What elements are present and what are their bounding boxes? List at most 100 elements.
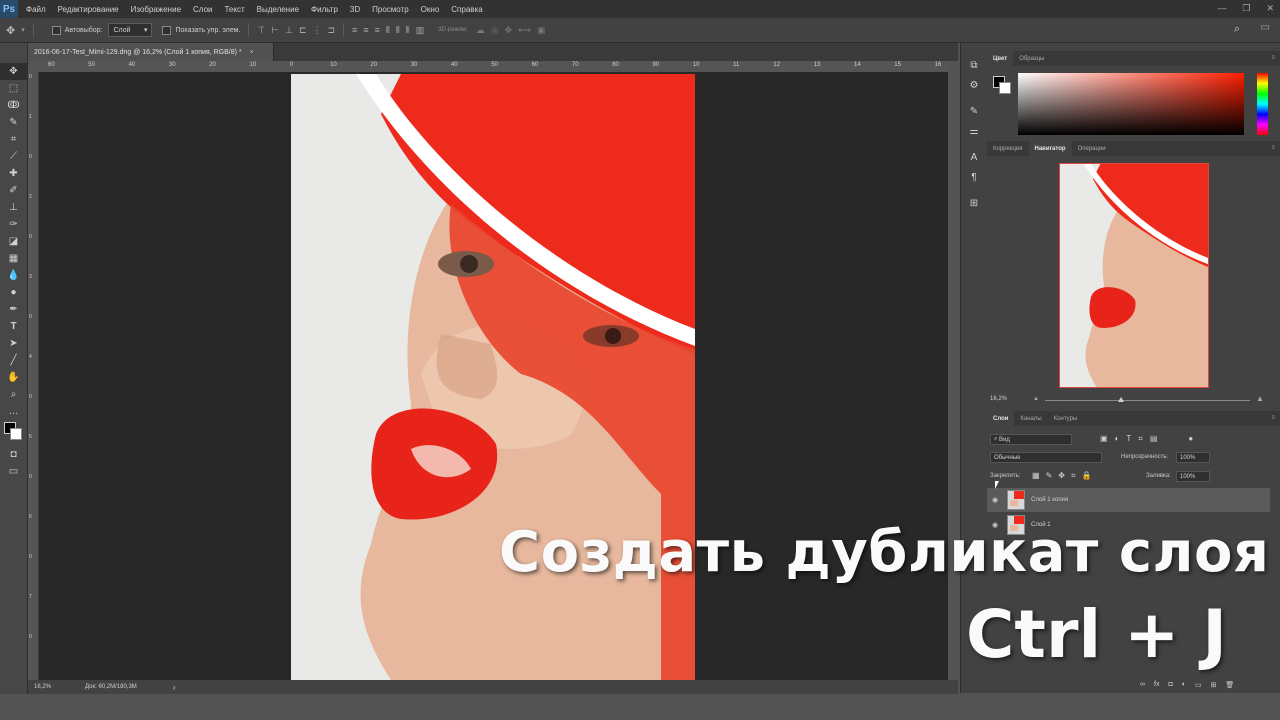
distribute-left-icon[interactable]: ⦀ <box>386 25 390 36</box>
workspace-icon[interactable]: ▭ <box>1261 22 1270 33</box>
document-tab[interactable]: 2016-06-17-Test_Mimi-129.dng @ 16,2% (Сл… <box>28 43 274 61</box>
link-layers-icon[interactable]: ∞ <box>1140 681 1145 689</box>
menu-filter[interactable]: Фильтр <box>311 5 338 14</box>
new-layer-icon[interactable]: ⊞ <box>1211 681 1217 689</box>
line-tool-icon[interactable]: ╱ <box>0 352 27 369</box>
tab-swatches[interactable]: Образцы <box>1013 51 1050 66</box>
panel-menu-icon[interactable]: ≡ <box>1271 415 1275 421</box>
menu-edit[interactable]: Редактирование <box>58 5 119 14</box>
lock-position-icon[interactable]: ✥ <box>1058 471 1065 481</box>
eye-icon[interactable]: ◉ <box>987 496 1003 504</box>
navigator-thumbnail[interactable] <box>1059 163 1209 388</box>
trash-icon[interactable]: 🗑 <box>1225 681 1234 689</box>
tab-channels[interactable]: Каналы <box>1014 411 1047 426</box>
close-icon[interactable]: × <box>250 49 254 56</box>
tab-paths[interactable]: Контуры <box>1048 411 1084 426</box>
blur-tool-icon[interactable]: 💧 <box>0 267 27 284</box>
filter-type-icon[interactable]: T <box>1126 434 1131 444</box>
crop-tool-icon[interactable]: ⌗ <box>0 131 27 148</box>
hand-tool-icon[interactable]: ✋ <box>0 369 27 386</box>
filter-adjust-icon[interactable]: ◐ <box>1115 434 1120 444</box>
eraser-tool-icon[interactable]: ◪ <box>0 233 27 250</box>
eyedropper-tool-icon[interactable]: ⟋ <box>0 148 27 165</box>
tab-navigator[interactable]: Навигатор <box>1028 141 1072 156</box>
actions-panel-icon[interactable]: ⚙ <box>961 75 987 95</box>
close-icon[interactable]: ✕ <box>1266 3 1274 14</box>
pen-tool-icon[interactable]: ✒ <box>0 301 27 318</box>
menu-3d[interactable]: 3D <box>350 5 360 14</box>
show-controls-checkbox[interactable] <box>162 25 172 35</box>
move-tool-icon[interactable]: ✥ <box>0 63 27 80</box>
navigator-zoom-value[interactable]: 16,2% <box>990 396 1007 402</box>
autoselect-checkbox[interactable] <box>51 25 61 35</box>
menu-type[interactable]: Текст <box>224 5 244 14</box>
chevron-down-icon[interactable]: ▾ <box>21 26 25 34</box>
quick-select-tool-icon[interactable]: ✎ <box>0 114 27 131</box>
menu-select[interactable]: Выделение <box>257 5 299 14</box>
path-select-tool-icon[interactable]: ➤ <box>0 335 27 352</box>
tab-adjustments[interactable]: Коррекция <box>987 141 1029 156</box>
distribute-hcenter-icon[interactable]: ⦀ <box>396 25 400 36</box>
lock-transparency-icon[interactable]: ▦ <box>1032 471 1040 481</box>
distribute-vcenter-icon[interactable]: ≡ <box>363 25 368 36</box>
color-bg-swatch[interactable] <box>999 82 1011 94</box>
healing-tool-icon[interactable]: ✚ <box>0 165 27 182</box>
character-panel-icon[interactable]: A <box>961 147 987 167</box>
3d-roll-icon[interactable]: ◎ <box>491 25 499 36</box>
menu-view[interactable]: Просмотр <box>372 5 409 14</box>
filter-smart-icon[interactable]: ▤ <box>1150 434 1158 444</box>
layer-name[interactable]: Слой 1 копия <box>1031 497 1068 503</box>
history-panel-icon[interactable]: ⧉ <box>961 55 987 75</box>
add-mask-icon[interactable]: ◘ <box>1168 681 1172 689</box>
menu-window[interactable]: Окно <box>421 5 440 14</box>
screen-mode-icon[interactable]: ▭ <box>0 463 27 480</box>
menu-file[interactable]: Файл <box>26 5 46 14</box>
paragraph-panel-icon[interactable]: ¶ <box>961 167 987 187</box>
filter-shape-icon[interactable]: ⌗ <box>1138 434 1143 444</box>
brush-panel-icon[interactable]: ✎ <box>961 101 987 121</box>
3d-scale-icon[interactable]: ▣ <box>537 25 546 36</box>
layer-kind-filter[interactable]: ⌕ Вид <box>990 434 1072 445</box>
tab-color[interactable]: Цвет <box>987 51 1014 66</box>
move-tool-icon[interactable]: ✥ <box>6 24 15 37</box>
more-tools-icon[interactable]: … <box>0 403 27 420</box>
gradient-tool-icon[interactable]: ▦ <box>0 250 27 267</box>
dodge-tool-icon[interactable]: ● <box>0 284 27 301</box>
search-icon[interactable]: ⌕ <box>1234 23 1240 36</box>
autoselect-dropdown[interactable]: Слой ▾ <box>108 23 153 37</box>
lock-all-icon[interactable]: 🔒 <box>1081 471 1091 481</box>
fill-input[interactable]: 100% <box>1176 471 1210 482</box>
minimize-icon[interactable]: — <box>1217 3 1226 14</box>
align-vcenter-icon[interactable]: ⊢ <box>271 25 279 36</box>
lock-artboard-icon[interactable]: ⌗ <box>1071 471 1076 481</box>
brush-tool-icon[interactable]: ✐ <box>0 182 27 199</box>
3d-drag-icon[interactable]: ✥ <box>505 25 513 36</box>
align-bottom-icon[interactable]: ⊥ <box>285 25 293 36</box>
panel-menu-icon[interactable]: ≡ <box>1271 55 1275 61</box>
status-menu-arrow[interactable]: › <box>173 683 176 692</box>
menu-image[interactable]: Изображение <box>131 5 181 14</box>
layer-style-icon[interactable]: fx <box>1154 681 1159 689</box>
history-brush-icon[interactable]: ✑ <box>0 216 27 233</box>
stamp-tool-icon[interactable]: ⊥ <box>0 199 27 216</box>
document-image[interactable] <box>291 74 695 680</box>
lasso-tool-icon[interactable]: ↂ <box>0 97 27 114</box>
color-swatches[interactable] <box>0 420 27 446</box>
distribute-top-icon[interactable]: ≡ <box>352 25 357 36</box>
color-picker-field[interactable] <box>1018 73 1244 135</box>
tab-layers[interactable]: Слои <box>987 411 1015 426</box>
new-group-icon[interactable]: ▭ <box>1195 681 1202 689</box>
lock-pixels-icon[interactable]: ✎ <box>1046 471 1053 481</box>
distribute-bottom-icon[interactable]: ≡ <box>375 25 380 36</box>
blend-mode-select[interactable]: Обычные <box>990 452 1102 463</box>
hue-slider[interactable] <box>1257 73 1268 135</box>
adjustment-layer-icon[interactable]: ◐ <box>1182 681 1186 689</box>
marquee-tool-icon[interactable]: ⬚ <box>0 80 27 97</box>
auto-align-icon[interactable]: ▥ <box>416 25 425 36</box>
status-zoom[interactable]: 16,2% <box>34 684 51 690</box>
filter-pixel-icon[interactable]: ▣ <box>1100 434 1108 444</box>
quick-mask-icon[interactable]: ◘ <box>0 446 27 463</box>
background-color[interactable] <box>10 428 22 440</box>
zoom-tool-icon[interactable]: ⌕ <box>0 386 27 403</box>
navigator-zoom-knob[interactable] <box>1118 397 1124 402</box>
